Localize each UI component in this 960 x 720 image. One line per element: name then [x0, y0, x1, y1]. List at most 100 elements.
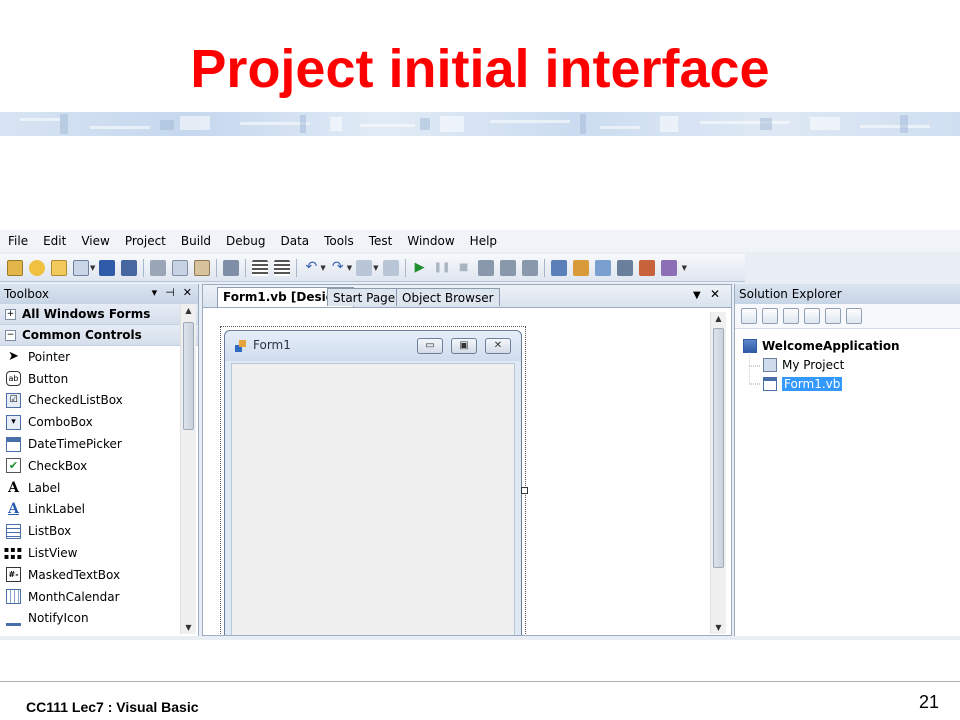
save-icon[interactable]: [99, 259, 116, 276]
toolbox-item-linklabel[interactable]: A LinkLabel: [0, 499, 180, 521]
dropdown-arrow-icon[interactable]: ▼: [320, 264, 325, 272]
scroll-up-icon[interactable]: ▲: [181, 306, 196, 315]
comment-icon[interactable]: [252, 259, 269, 276]
toolbox-item-label: LinkLabel: [28, 502, 85, 517]
undo-icon[interactable]: ↶: [303, 260, 319, 276]
class-diagram-icon[interactable]: [846, 308, 862, 324]
page-number: 21: [919, 692, 940, 712]
dropdown-arrow-icon[interactable]: ▼: [373, 264, 378, 272]
designer-scrollbar[interactable]: ▲ ▼: [710, 312, 726, 634]
toolbox-item-datetimepicker[interactable]: DateTimePicker: [0, 433, 180, 455]
paste-icon[interactable]: [194, 259, 211, 276]
view-code-icon[interactable]: [804, 308, 820, 324]
save-all-icon[interactable]: [121, 259, 138, 276]
find-in-files-icon[interactable]: [550, 259, 567, 276]
uncomment-icon[interactable]: [274, 259, 291, 276]
tab-start-page[interactable]: Start Page: [327, 288, 402, 306]
menu-build[interactable]: Build: [173, 230, 218, 252]
pointer-icon: ➤: [8, 349, 19, 365]
form1-title-bar[interactable]: Form1 ▭ ▣ ✕: [225, 331, 521, 361]
menu-data[interactable]: Data: [272, 230, 316, 252]
menu-test[interactable]: Test: [361, 230, 400, 252]
cut-icon[interactable]: [150, 259, 167, 276]
toolbox-icon[interactable]: [616, 259, 633, 276]
minimize-icon[interactable]: ▭: [417, 338, 443, 354]
maximize-icon[interactable]: ▣: [451, 338, 477, 354]
toolbox-items: ➤ Pointer ab Button ☑ CheckedListBox ▾ Combo…: [0, 346, 180, 629]
menu-tools[interactable]: Tools: [316, 230, 361, 252]
close-icon[interactable]: ✕: [183, 286, 192, 299]
toolbox-item-label: CheckBox: [28, 458, 88, 473]
step-into-icon[interactable]: [477, 259, 494, 276]
toolbox-item-maskedtextbox[interactable]: #- MaskedTextBox: [0, 564, 180, 586]
solution-explorer-icon[interactable]: [572, 259, 589, 276]
footer-divider: [0, 681, 960, 682]
label-icon: A: [8, 479, 19, 496]
toolbox-scrollbar[interactable]: ▲ ▼: [180, 304, 196, 634]
step-out-icon[interactable]: [521, 259, 538, 276]
scroll-up-icon[interactable]: ▲: [711, 314, 726, 323]
scroll-down-icon[interactable]: ▼: [181, 623, 196, 632]
stop-icon[interactable]: ■: [456, 260, 472, 276]
start-debugging-icon[interactable]: ▶: [412, 260, 428, 276]
toolbox-panel: Toolbox ▾ ⊣ ✕ + All Windows Forms − Comm…: [0, 284, 199, 636]
scrollbar-thumb[interactable]: [713, 328, 724, 568]
window-position-icon[interactable]: ▾: [152, 286, 158, 299]
toolbox-group-common-controls[interactable]: − Common Controls: [0, 325, 198, 346]
collapse-icon[interactable]: −: [5, 329, 16, 341]
view-designer-icon[interactable]: [825, 308, 841, 324]
dropdown-arrow-icon[interactable]: ▼: [347, 264, 352, 272]
scroll-down-icon[interactable]: ▼: [711, 623, 726, 632]
toolbox-item-listbox[interactable]: ListBox: [0, 520, 180, 542]
resize-handle[interactable]: [521, 487, 528, 494]
open-folder-icon[interactable]: [51, 259, 67, 276]
toolbox-item-checkbox[interactable]: ✔ CheckBox: [0, 455, 180, 477]
navigate-forward-icon[interactable]: [382, 259, 399, 276]
form-close-icon[interactable]: ✕: [485, 338, 511, 354]
add-item-icon[interactable]: [29, 259, 45, 276]
toolbox-item-listview[interactable]: ▪▪▪ ▪▪▪ ListView: [0, 542, 180, 564]
auto-hide-pin-icon[interactable]: ⊣: [165, 286, 175, 299]
refresh-icon[interactable]: [783, 308, 799, 324]
toolbox-item-notifyicon[interactable]: NotifyIcon: [0, 608, 180, 630]
properties-window-icon[interactable]: [594, 259, 611, 276]
find-icon[interactable]: [223, 259, 240, 276]
step-over-icon[interactable]: [499, 259, 516, 276]
scrollbar-thumb[interactable]: [183, 322, 194, 430]
toolbox-item-button[interactable]: ab Button: [0, 368, 180, 390]
navigate-backward-icon[interactable]: [356, 259, 373, 276]
menu-file[interactable]: File: [0, 230, 35, 252]
toolbox-item-monthcalendar[interactable]: MonthCalendar: [0, 586, 180, 608]
active-files-dropdown-icon[interactable]: ▼: [693, 290, 701, 301]
toolbox-group-label: All Windows Forms: [22, 307, 151, 321]
menu-debug[interactable]: Debug: [218, 230, 272, 252]
open-file-icon[interactable]: [73, 259, 89, 276]
object-browser-icon[interactable]: [638, 259, 655, 276]
toolbox-item-label: CheckedListBox: [28, 393, 123, 408]
start-page-icon[interactable]: [660, 259, 677, 276]
properties-icon[interactable]: [741, 308, 757, 324]
new-project-icon[interactable]: [7, 259, 23, 276]
menu-project[interactable]: Project: [117, 230, 173, 252]
copy-icon[interactable]: [172, 259, 189, 276]
toolbox-group-all-windows-forms[interactable]: + All Windows Forms: [0, 304, 198, 325]
menu-edit[interactable]: Edit: [35, 230, 73, 252]
form1-client-area[interactable]: [231, 363, 515, 635]
dropdown-arrow-icon[interactable]: ▼: [90, 264, 95, 272]
expand-icon[interactable]: +: [5, 308, 16, 320]
pause-icon[interactable]: ❚❚: [434, 260, 451, 276]
toolbox-item-combobox[interactable]: ▾ ComboBox: [0, 411, 180, 433]
close-document-icon[interactable]: ✕: [710, 287, 720, 301]
menu-view[interactable]: View: [73, 230, 116, 252]
menu-window[interactable]: Window: [399, 230, 461, 252]
toolbox-item-pointer[interactable]: ➤ Pointer: [0, 346, 180, 368]
toolbox-item-label[interactable]: A Label: [0, 477, 180, 499]
show-all-files-icon[interactable]: [762, 308, 778, 324]
toolbox-item-checkedlistbox[interactable]: ☑ CheckedListBox: [0, 390, 180, 412]
project-name: WelcomeApplication: [762, 339, 900, 353]
redo-icon[interactable]: ↷: [330, 260, 346, 276]
tab-object-browser[interactable]: Object Browser: [396, 288, 500, 306]
form1-window[interactable]: Form1 ▭ ▣ ✕: [224, 330, 522, 635]
menu-help[interactable]: Help: [462, 230, 504, 252]
toolbar-options-icon[interactable]: ▼: [682, 264, 687, 272]
